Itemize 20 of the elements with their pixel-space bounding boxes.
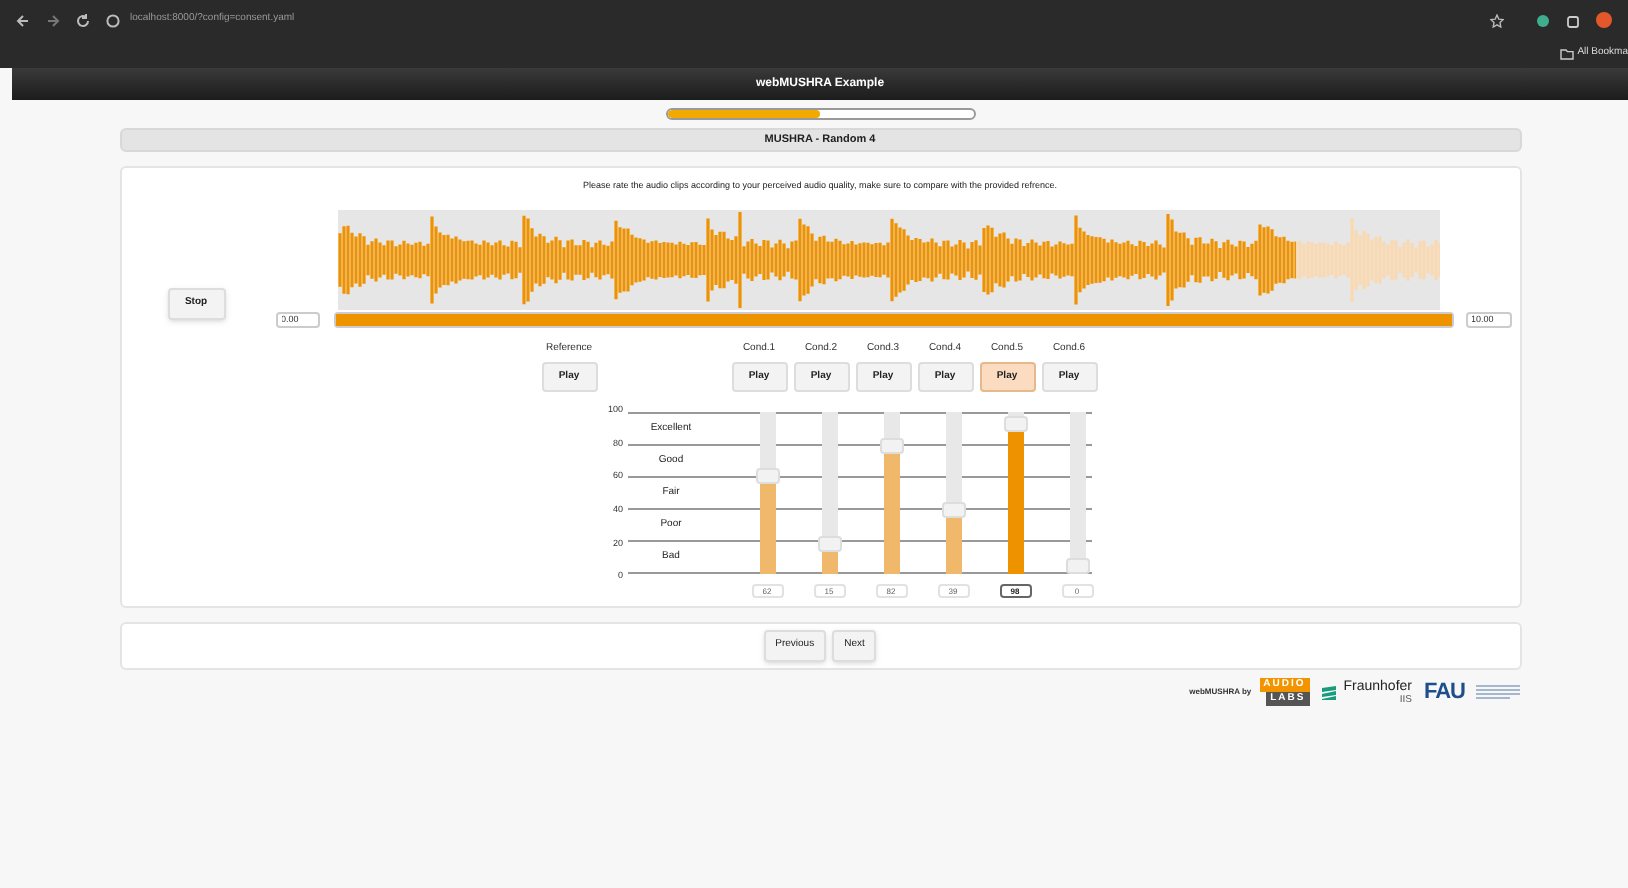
university-logo-lines-drawing[interactable] <box>1473 681 1521 703</box>
fau-logo-text: FAU <box>1424 681 1465 703</box>
site-info-icon[interactable] <box>106 13 120 27</box>
back-icon[interactable] <box>16 13 30 27</box>
rating-slider[interactable] <box>755 412 779 575</box>
rating-slider-thumb[interactable] <box>817 536 841 553</box>
reload-icon[interactable] <box>76 13 90 27</box>
star-icon[interactable] <box>1490 13 1504 27</box>
profile-avatar-icon[interactable] <box>1596 12 1612 28</box>
rating-slider-thumb[interactable] <box>941 501 965 518</box>
rating-slider[interactable] <box>879 412 903 575</box>
rating-slider[interactable] <box>817 412 841 575</box>
rating-slider-thumb[interactable] <box>1003 415 1027 432</box>
forward-icon[interactable] <box>46 13 60 27</box>
rating-slider[interactable] <box>941 412 965 575</box>
rating-slider-thumb[interactable] <box>1065 558 1089 575</box>
rating-slider-thumb[interactable] <box>755 467 779 484</box>
rating-slider-thumb[interactable] <box>879 438 903 455</box>
folder-icon[interactable] <box>1559 48 1574 60</box>
rating-slider[interactable] <box>1065 412 1089 575</box>
